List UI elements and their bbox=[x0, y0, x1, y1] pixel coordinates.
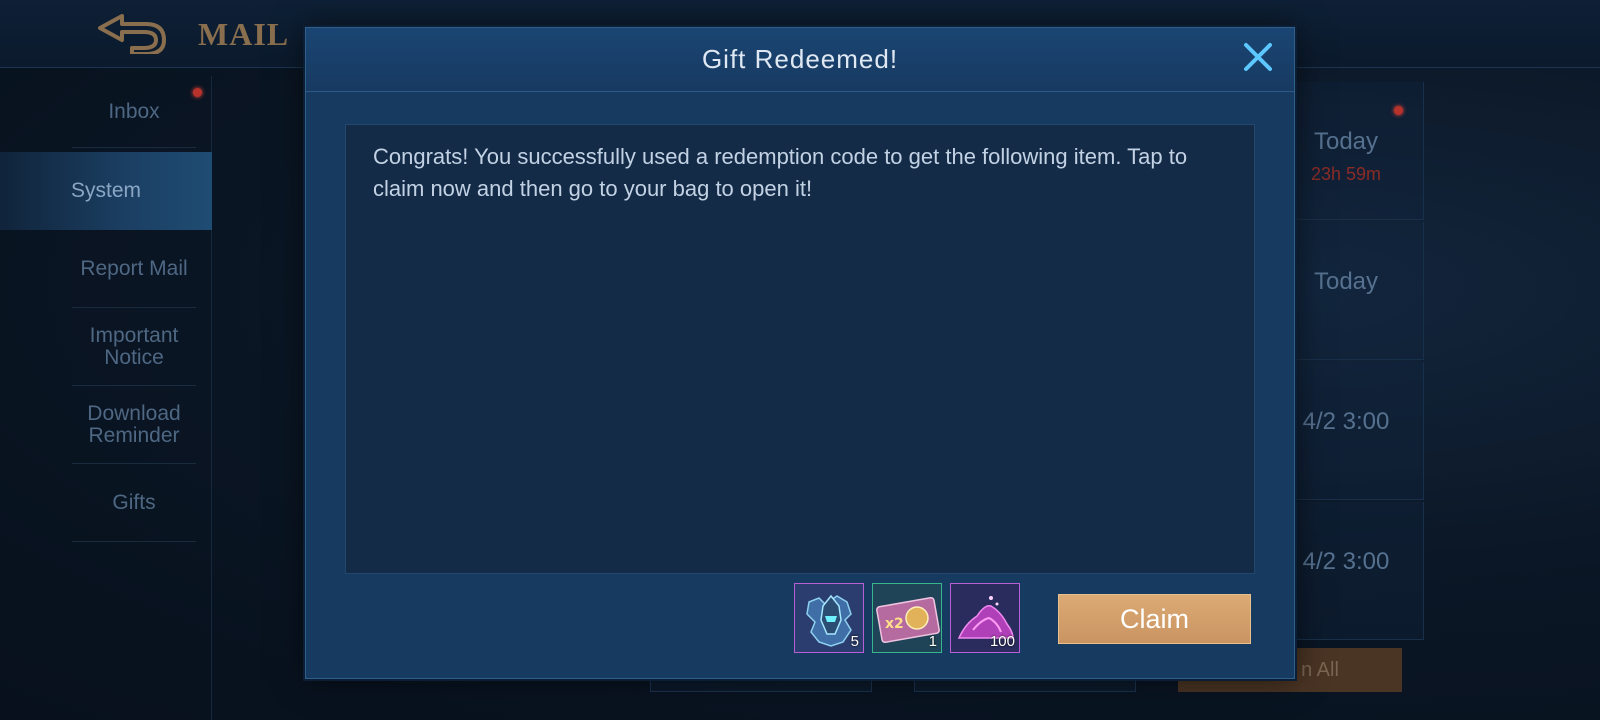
dialog-header: Gift Redeemed! bbox=[306, 28, 1294, 92]
dialog-title: Gift Redeemed! bbox=[701, 44, 899, 74]
message-box: Congrats! You successfully used a redemp… bbox=[345, 124, 1255, 574]
svg-text:x2: x2 bbox=[885, 616, 904, 632]
sidebar-item-download-reminder[interactable]: Download Reminder bbox=[72, 386, 196, 464]
sidebar-item-label: Download Reminder bbox=[87, 401, 181, 447]
sidebar-item-label: System bbox=[70, 179, 141, 202]
back-arrow-icon bbox=[98, 14, 166, 56]
close-button[interactable] bbox=[1241, 40, 1275, 74]
reward-quantity: 100 bbox=[989, 633, 1015, 650]
sidebar-item-important-notice[interactable]: Important Notice bbox=[72, 308, 196, 386]
reward-item-magic-dust[interactable]: 100 bbox=[950, 583, 1020, 653]
sidebar-item-report-mail[interactable]: Report Mail bbox=[72, 230, 196, 308]
notification-dot bbox=[1394, 106, 1403, 115]
reward-quantity: 5 bbox=[850, 633, 859, 650]
reward-quantity: 1 bbox=[928, 633, 937, 650]
reward-item-double-exp-card[interactable]: x2 1 bbox=[872, 583, 942, 653]
reward-item-hero-fragment[interactable]: 5 bbox=[794, 583, 864, 653]
notification-dot bbox=[193, 88, 202, 97]
claim-button-label: Claim bbox=[1119, 603, 1189, 634]
gift-redeemed-dialog: Gift Redeemed! Congrats! You successfull… bbox=[305, 27, 1295, 679]
sidebar-item-gifts[interactable]: Gifts bbox=[72, 464, 196, 542]
message-text: Congrats! You successfully used a redemp… bbox=[373, 144, 1188, 201]
sidebar-item-system[interactable]: System bbox=[0, 88, 212, 230]
close-icon bbox=[1244, 43, 1272, 71]
back-button[interactable] bbox=[92, 10, 166, 56]
sidebar-item-label: Inbox bbox=[108, 99, 160, 123]
sidebar-item-label: Report Mail bbox=[80, 256, 188, 280]
page-title: MAIL bbox=[198, 16, 290, 52]
sidebar-item-label: Gifts bbox=[112, 490, 156, 514]
sidebar-item-inbox[interactable]: Inbox bbox=[72, 76, 196, 148]
claim-button[interactable]: Claim bbox=[1058, 594, 1251, 644]
sidebar: Inbox System Report Mail Important Notic… bbox=[0, 76, 212, 720]
sidebar-item-label: Important Notice bbox=[89, 323, 179, 369]
